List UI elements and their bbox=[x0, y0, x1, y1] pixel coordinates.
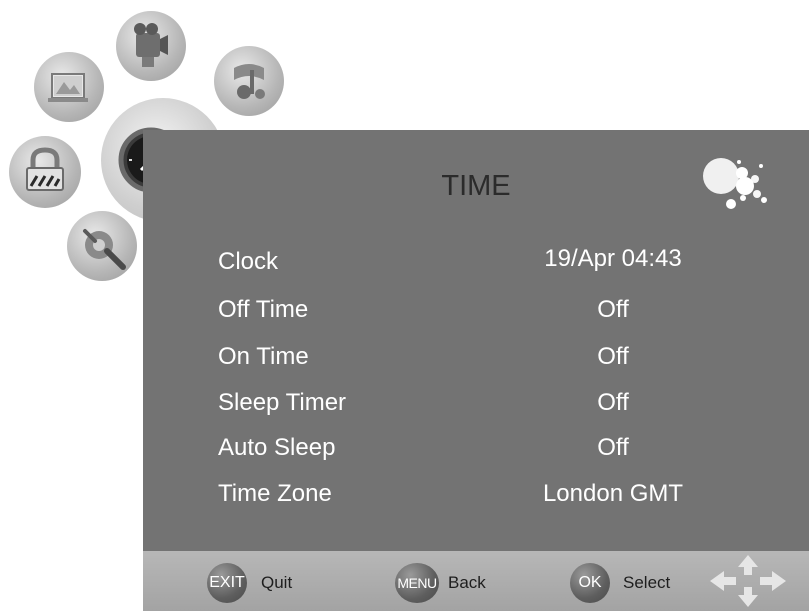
row-value: Off bbox=[597, 434, 629, 461]
menu-row-sleep-timer[interactable]: Sleep Timer Off bbox=[143, 389, 809, 429]
lock-icon bbox=[26, 147, 64, 191]
row-label: On Time bbox=[218, 343, 309, 370]
row-label: Sleep Timer bbox=[218, 389, 347, 416]
row-label: Off Time bbox=[218, 296, 309, 323]
menu-key[interactable]: MENU bbox=[395, 563, 439, 603]
category-camera[interactable] bbox=[116, 11, 186, 81]
setup-icon bbox=[83, 229, 126, 270]
back-label: Back bbox=[448, 573, 486, 592]
row-label: Time Zone bbox=[218, 480, 332, 507]
time-menu-panel: TIME Clock 19/Apr 04:43 Off Time Off On … bbox=[143, 130, 809, 551]
menu-row-clock[interactable]: Clock 19/Apr 04:43 bbox=[143, 245, 809, 288]
category-picture[interactable] bbox=[34, 52, 104, 122]
menu-row-time-zone[interactable]: Time Zone London GMT bbox=[143, 480, 809, 520]
row-label: Clock bbox=[218, 248, 279, 275]
ok-key[interactable]: OK bbox=[570, 563, 610, 603]
menu-row-auto-sleep[interactable]: Auto Sleep Off bbox=[143, 434, 809, 474]
footer-hint-bar: EXIT Quit MENU Back OK Select bbox=[143, 551, 809, 611]
row-value: 19/Apr 04:43 bbox=[544, 245, 682, 272]
menu-row-on-time[interactable]: On Time Off bbox=[143, 343, 809, 383]
row-value: London GMT bbox=[542, 480, 684, 507]
row-value: Off bbox=[597, 343, 629, 370]
menu-row-off-time[interactable]: Off Time Off bbox=[143, 296, 809, 336]
navigation-arrows-icon bbox=[710, 555, 786, 607]
camera-icon bbox=[134, 23, 168, 67]
row-label: Auto Sleep bbox=[218, 434, 336, 461]
exit-key[interactable]: EXIT bbox=[207, 563, 247, 603]
row-value: Off bbox=[597, 389, 629, 416]
row-value: Off bbox=[597, 296, 629, 323]
select-label: Select bbox=[623, 573, 671, 592]
decorative-bubbles-icon bbox=[703, 158, 767, 209]
category-lock[interactable] bbox=[9, 136, 81, 208]
quit-label: Quit bbox=[261, 573, 293, 592]
picture-icon bbox=[48, 73, 88, 102]
category-setup[interactable] bbox=[67, 211, 137, 281]
